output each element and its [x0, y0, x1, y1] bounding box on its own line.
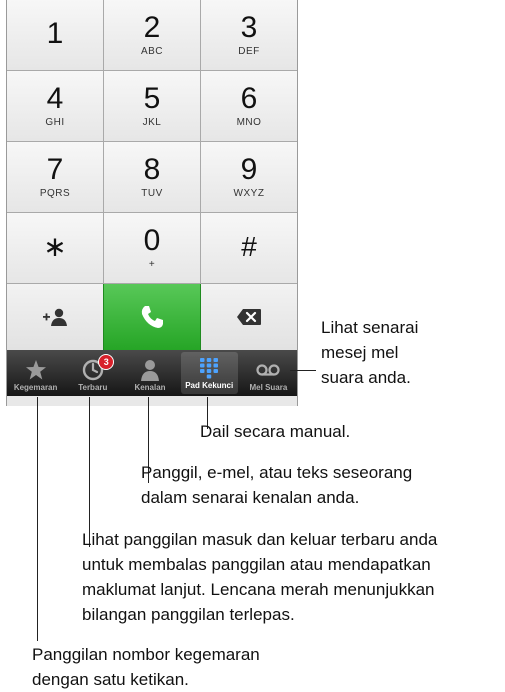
recents-callout: Lihat panggilan masuk dan keluar terbaru… — [82, 527, 437, 627]
callout-line: Lihat panggilan masuk dan keluar terbaru… — [82, 530, 438, 549]
key-2[interactable]: 2 ABC — [104, 0, 201, 70]
voicemail-icon — [256, 364, 281, 376]
key-letters: + — [148, 259, 156, 270]
callout-line: mesej mel — [321, 343, 399, 362]
keypad-icon — [200, 358, 219, 379]
tab-favorites[interactable]: Kegemaran — [7, 350, 64, 396]
callout-line: dalam senarai kenalan anda. — [141, 488, 360, 507]
key-6[interactable]: 6 MNO — [201, 71, 297, 141]
key-5[interactable]: 5 JKL — [104, 71, 201, 141]
callout-line: Panggilan nombor kegemaran — [32, 645, 260, 664]
phone-icon — [141, 306, 163, 328]
callout-line: bilangan panggilan terlepas. — [82, 605, 295, 624]
key-digit: 2 — [143, 11, 161, 44]
key-letters: TUV — [141, 188, 163, 199]
key-3[interactable]: 3 DEF — [201, 0, 297, 70]
keypad-callout: Dail secara manual. — [200, 419, 350, 444]
key-1[interactable]: 1 — [7, 0, 104, 70]
tab-label: Kenalan — [134, 383, 166, 392]
key-8[interactable]: 8 TUV — [104, 142, 201, 212]
tab-label: Mel Suara — [249, 383, 288, 392]
key-7[interactable]: 7 PQRS — [7, 142, 104, 212]
key-digit: 4 — [46, 82, 64, 115]
action-row — [7, 284, 297, 351]
add-contact-button[interactable] — [7, 284, 103, 350]
contacts-callout: Panggil, e-mel, atau teks seseorang dala… — [141, 460, 412, 510]
person-icon — [141, 360, 159, 381]
keypad-row: 4 GHI 5 JKL 6 MNO — [7, 71, 297, 142]
keypad: 1 2 ABC 3 DEF 4 GHI 5 JKL 6 MNO 7 PQRS 8 TUV 9 W… — [7, 0, 297, 284]
favorites-leader-line — [37, 397, 38, 641]
key-digit: # — [241, 230, 257, 262]
key-digit: 3 — [240, 11, 258, 44]
key-digit: 0 — [143, 224, 161, 257]
tab-label: Kegemaran — [13, 383, 58, 392]
recents-leader-line — [89, 397, 90, 547]
tab-keypad[interactable]: Pad Kekunci — [180, 352, 238, 394]
callout-line: dengan satu ketikan. — [32, 670, 189, 689]
key-0[interactable]: 0 + — [104, 213, 201, 283]
key-digit: 1 — [46, 16, 64, 50]
callout-line: untuk membalas panggilan atau mendapatka… — [82, 555, 431, 574]
star-icon — [25, 360, 46, 380]
key-letters: MNO — [236, 117, 262, 128]
key-letters: WXYZ — [233, 188, 265, 199]
add-contact-icon — [43, 308, 67, 326]
key-letters: GHI — [45, 117, 65, 128]
key-digit: ∗ — [43, 230, 67, 262]
callout-line: Panggil, e-mel, atau teks seseorang — [141, 463, 413, 482]
key-9[interactable]: 9 WXYZ — [201, 142, 297, 212]
key-digit: 7 — [46, 153, 64, 186]
keypad-row: ∗ 0 + # — [7, 213, 297, 284]
tab-label: Terbaru — [78, 383, 108, 392]
key-4[interactable]: 4 GHI — [7, 71, 104, 141]
key-letters: JKL — [142, 117, 162, 128]
key-digit: 5 — [143, 82, 161, 115]
keypad-row: 7 PQRS 8 TUV 9 WXYZ — [7, 142, 297, 213]
phone-dialer: 1 2 ABC 3 DEF 4 GHI 5 JKL 6 MNO 7 PQRS 8 TUV 9 W… — [6, 0, 298, 406]
tab-contacts[interactable]: Kenalan — [121, 350, 178, 396]
tab-recents[interactable]: 3 Terbaru — [64, 350, 121, 396]
delete-button[interactable] — [201, 284, 297, 350]
tab-bar: Kegemaran 3 Terbaru Kenalan Pad Kekunci … — [7, 350, 297, 396]
callout-line: Dail secara manual. — [200, 422, 351, 441]
key-digit: 6 — [240, 82, 258, 115]
callout-line: suara anda. — [321, 368, 411, 387]
key-hash[interactable]: # — [201, 213, 297, 283]
key-letters: PQRS — [39, 188, 71, 199]
key-digit: 8 — [143, 153, 161, 186]
tab-label: Pad Kekunci — [185, 381, 234, 390]
keypad-row: 1 2 ABC 3 DEF — [7, 0, 297, 71]
key-letters: DEF — [238, 46, 260, 57]
callout-line: Lihat senarai — [321, 318, 419, 337]
missed-calls-badge: 3 — [98, 354, 115, 370]
call-button[interactable] — [103, 284, 201, 350]
callout-line: maklumat lanjut. Lencana merah menunjukk… — [82, 580, 435, 599]
key-star[interactable]: ∗ — [7, 213, 104, 283]
favorites-callout: Panggilan nombor kegemaran dengan satu k… — [32, 642, 260, 692]
voicemail-leader-line — [290, 370, 316, 371]
backspace-icon — [237, 309, 261, 325]
tab-voicemail[interactable]: Mel Suara — [240, 350, 297, 396]
voicemail-callout: Lihat senarai mesej mel suara anda. — [321, 315, 418, 390]
key-digit: 9 — [240, 153, 258, 186]
key-letters: ABC — [140, 46, 164, 57]
